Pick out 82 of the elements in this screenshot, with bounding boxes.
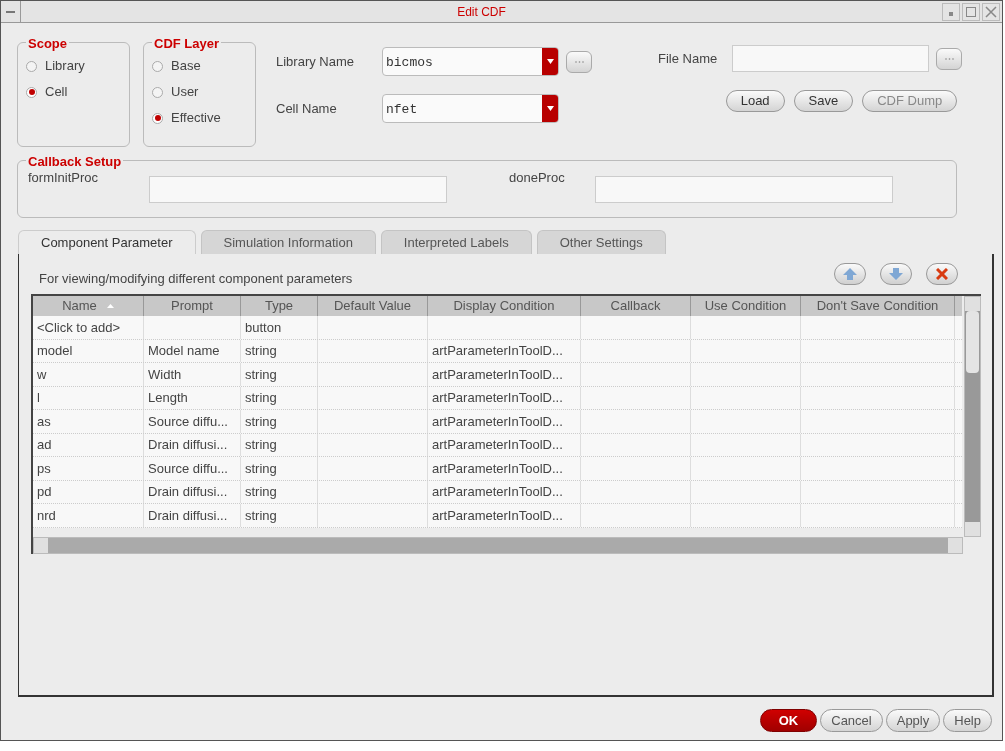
dialog-button[interactable]: Apply [885, 709, 941, 732]
dialog-button[interactable]: OK [759, 709, 818, 732]
table-cell-text: model [37, 342, 73, 360]
table-cell-text: artParameterInToolD... [432, 483, 563, 501]
move-up-button[interactable] [834, 263, 866, 285]
table-cell-text: string [245, 483, 277, 501]
dialog-button[interactable]: Cancel [820, 709, 883, 732]
radio-button[interactable] [152, 112, 163, 124]
field-label: doneProc [509, 168, 566, 187]
callback-field[interactable] [595, 175, 893, 203]
table-cell-text: Drain diffusi... [148, 506, 228, 525]
combo-box[interactable]: bicmos [382, 47, 559, 76]
arrow-down-icon [889, 268, 903, 280]
radio-button[interactable] [152, 86, 163, 98]
tab[interactable]: Component Parameter [18, 230, 196, 254]
radio-button[interactable] [152, 60, 163, 72]
arrow-up-icon [843, 268, 857, 280]
radio-label: Base [171, 57, 201, 76]
table-cell-text: string [245, 342, 277, 360]
table-cell-text: ad [37, 436, 52, 454]
callback-field[interactable] [149, 175, 447, 203]
table-cell-text: Model name [148, 342, 220, 360]
delete-button[interactable] [926, 263, 958, 285]
tab[interactable]: Interpreted Labels [380, 230, 532, 254]
table-cell-text: Source diffu... [148, 412, 228, 431]
radio-label: Cell [45, 83, 68, 102]
table-cell-text: string [245, 365, 277, 384]
close-icon[interactable] [982, 2, 1000, 21]
table-cell-text: Source diffu... [148, 459, 228, 478]
table-cell-text: w [37, 365, 47, 384]
move-down-button[interactable] [880, 263, 912, 285]
radio-label: Effective [171, 109, 221, 128]
table-cell-text: artParameterInToolD... [432, 459, 563, 478]
table-cell-text: artParameterInToolD... [432, 436, 563, 454]
radio-label: Library [45, 57, 85, 76]
field-label: File Name [658, 49, 718, 68]
maximize-icon[interactable] [962, 2, 980, 21]
description-text: For viewing/modifying different component parameters [38, 270, 354, 289]
table-cell-text: artParameterInToolD... [432, 342, 563, 360]
radio-label: User [171, 83, 199, 102]
table-cell-text: string [245, 412, 277, 431]
delete-icon [936, 268, 948, 280]
table-cell-text: artParameterInToolD... [432, 412, 563, 431]
table-cell-text: Length [148, 389, 188, 407]
table-cell-text: artParameterInToolD... [432, 506, 563, 525]
radio-button[interactable] [26, 60, 37, 72]
table-cell-text: string [245, 459, 277, 478]
browse-button[interactable] [566, 50, 592, 73]
browse-button[interactable] [936, 47, 963, 70]
ellipsis-icon [574, 60, 584, 63]
dialog-button[interactable]: Help [943, 709, 992, 732]
table-cell-text: pd [37, 483, 52, 501]
table-cell-text: artParameterInToolD... [432, 389, 563, 407]
tab[interactable]: Other Settings [536, 230, 666, 254]
table-cell-text: string [245, 506, 277, 525]
table-cell-text: artParameterInToolD... [432, 365, 563, 384]
table-cell-text: string [245, 436, 277, 454]
field-label: Library Name [276, 52, 356, 71]
table-cell-text: l [37, 389, 40, 407]
field-label: Cell Name [276, 99, 338, 118]
table-cell-text: button [245, 318, 282, 337]
file-name-field[interactable] [732, 45, 930, 72]
table-cell-text: nrd [37, 506, 56, 525]
table-cell-text: ps [37, 459, 51, 478]
table-cell-text: <Click to add> [37, 318, 121, 337]
action-button[interactable]: Load [725, 90, 785, 112]
table-cell-text: Drain diffusi... [148, 483, 228, 501]
sort-ascending-icon [106, 304, 114, 308]
table-cell-text: Drain diffusi... [148, 436, 228, 454]
horizontal-scrollbar[interactable] [33, 537, 963, 554]
vertical-scrollbar[interactable] [964, 296, 981, 537]
field-label: formInitProc [28, 169, 100, 187]
action-button[interactable]: Save [793, 90, 854, 112]
window-title: Edit CDF [456, 3, 507, 21]
table-cell-text: as [37, 412, 51, 431]
radio-button[interactable] [26, 86, 37, 98]
tab[interactable]: Simulation Information [200, 230, 376, 254]
minimize-icon[interactable] [942, 2, 960, 21]
table-cell-text: string [245, 389, 277, 407]
table-cell-text: Width [148, 365, 182, 384]
ellipsis-icon [944, 57, 954, 60]
combo-box[interactable]: nfet [382, 94, 559, 123]
